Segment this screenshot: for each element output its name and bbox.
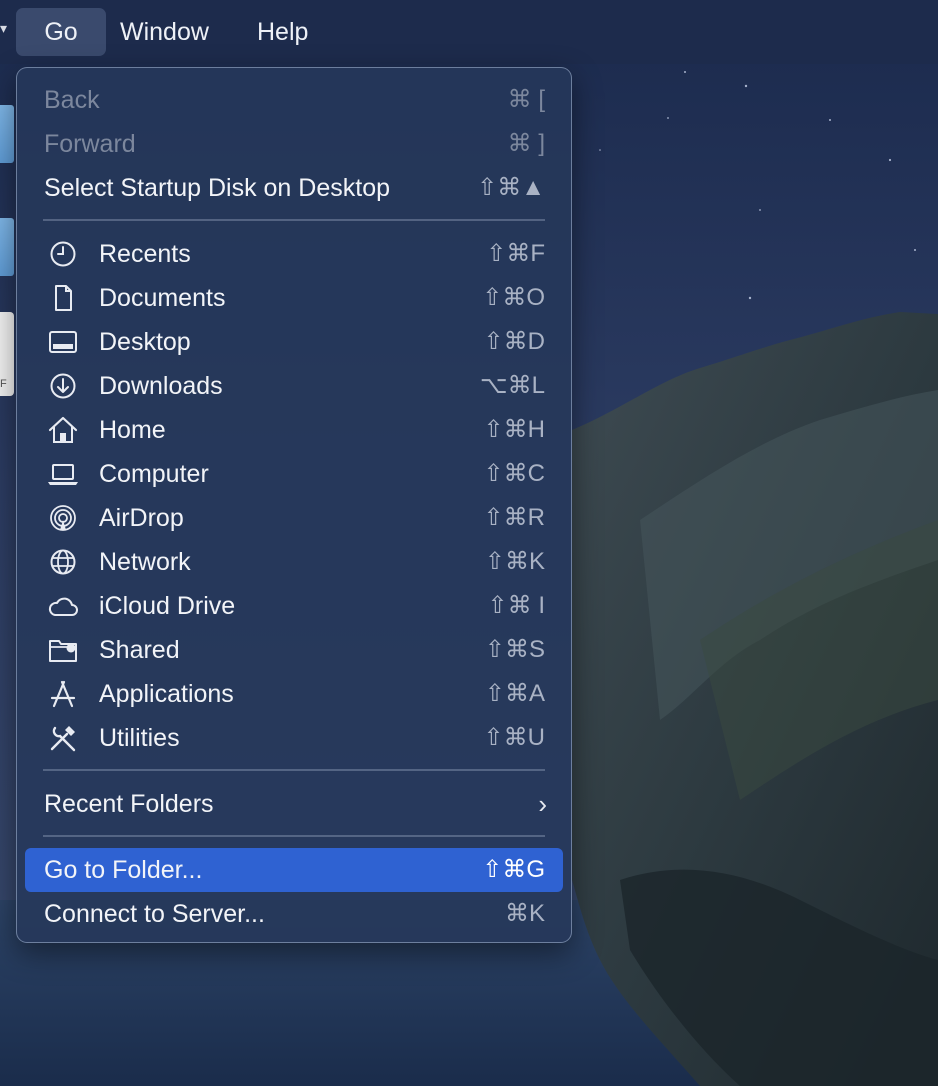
menu-item-shortcut: ⌘ ] [507, 130, 545, 157]
desktop-icon [47, 327, 79, 357]
menu-item-label: Network [99, 548, 191, 576]
menu-help[interactable]: Help [243, 8, 322, 56]
menu-item-label: iCloud Drive [99, 592, 236, 620]
menu-item-label: Shared [99, 636, 180, 664]
menu-item-label: Desktop [99, 328, 191, 356]
desktop-file-label: F [0, 378, 7, 390]
menu-item-shortcut: ⇧⌘O [482, 284, 545, 311]
menu-item-back[interactable]: Back ⌘ [ [25, 78, 563, 122]
menu-item-shortcut: ⌥⌘L [479, 372, 545, 399]
menu-item-label: Recents [99, 240, 191, 268]
menu-item-go-to-folder[interactable]: Go to Folder... ⇧⌘G [25, 848, 563, 892]
menu-go[interactable]: Go [16, 8, 106, 56]
go-menu-dropdown: Back ⌘ [ Forward ⌘ ] Select Startup Disk… [16, 67, 572, 943]
menu-item-network[interactable]: Network ⇧⌘K [25, 540, 563, 584]
applications-icon [47, 679, 79, 709]
menu-separator [43, 219, 545, 221]
menu-item-utilities[interactable]: Utilities ⇧⌘U [25, 716, 563, 760]
menu-item-icloud-drive[interactable]: iCloud Drive ⇧⌘ I [25, 584, 563, 628]
utilities-icon [47, 723, 79, 753]
menu-item-applications[interactable]: Applications ⇧⌘A [25, 672, 563, 716]
document-icon [47, 283, 79, 313]
menu-item-downloads[interactable]: Downloads ⌥⌘L [25, 364, 563, 408]
menu-item-shortcut: ⇧⌘G [482, 856, 545, 883]
menu-item-label: Select Startup Disk on Desktop [44, 174, 390, 202]
menu-item-shortcut: ⇧⌘R [483, 504, 545, 531]
menu-bar: ▾ Go Window Help [0, 0, 938, 64]
menu-item-shortcut: ⌘ [ [507, 86, 545, 113]
menu-item-label: AirDrop [99, 504, 184, 532]
menu-window[interactable]: Window [106, 8, 223, 56]
menu-item-shortcut: ⇧⌘▲ [477, 174, 545, 201]
download-icon [47, 371, 79, 401]
clock-icon [47, 239, 79, 269]
desktop-screen: F ▾ Go Window Help Back ⌘ [ Forward ⌘ ] … [0, 0, 938, 1086]
menu-item-connect-to-server[interactable]: Connect to Server... ⌘K [25, 892, 563, 936]
desktop-file-icon[interactable]: F [0, 312, 14, 396]
menu-item-shortcut: ⇧⌘A [484, 680, 545, 707]
cloud-icon [47, 591, 79, 621]
menu-item-label: Downloads [99, 372, 223, 400]
menu-item-shortcut: ⇧⌘U [483, 724, 545, 751]
menu-item-shortcut: ⇧⌘S [484, 636, 545, 663]
menubar-overflow-icon: ▾ [0, 20, 8, 36]
menu-item-documents[interactable]: Documents ⇧⌘O [25, 276, 563, 320]
home-icon [47, 415, 79, 445]
menu-item-airdrop[interactable]: AirDrop ⇧⌘R [25, 496, 563, 540]
menu-separator [43, 769, 545, 771]
laptop-icon [47, 459, 79, 489]
menu-item-select-startup-disk[interactable]: Select Startup Disk on Desktop ⇧⌘▲ [25, 166, 563, 210]
menu-item-shortcut: ⇧⌘ I [487, 592, 545, 619]
menu-item-label: Applications [99, 680, 234, 708]
finder-window-fragment[interactable] [0, 218, 14, 276]
finder-window-fragment[interactable] [0, 105, 14, 163]
menu-item-shortcut: ⇧⌘K [484, 548, 545, 575]
shared-folder-icon [47, 635, 79, 665]
menu-item-shortcut: ⇧⌘H [483, 416, 545, 443]
menu-item-forward[interactable]: Forward ⌘ ] [25, 122, 563, 166]
menu-item-computer[interactable]: Computer ⇧⌘C [25, 452, 563, 496]
menu-item-desktop[interactable]: Desktop ⇧⌘D [25, 320, 563, 364]
menu-separator [43, 835, 545, 837]
menu-item-label: Connect to Server... [44, 900, 265, 928]
menu-item-recents[interactable]: Recents ⇧⌘F [25, 232, 563, 276]
menu-item-shared[interactable]: Shared ⇧⌘S [25, 628, 563, 672]
menu-item-label: Documents [99, 284, 226, 312]
menu-item-recent-folders[interactable]: Recent Folders › [25, 782, 563, 826]
globe-icon [47, 547, 79, 577]
menu-item-home[interactable]: Home ⇧⌘H [25, 408, 563, 452]
menu-item-label: Back [44, 86, 100, 114]
menu-item-shortcut: ⇧⌘F [486, 240, 545, 267]
menu-item-shortcut: ⇧⌘C [483, 460, 545, 487]
menu-item-label: Home [99, 416, 166, 444]
menu-item-label: Utilities [99, 724, 180, 752]
airdrop-icon [47, 503, 79, 533]
menu-item-label: Computer [99, 460, 209, 488]
menu-item-shortcut: ⇧⌘D [483, 328, 545, 355]
menu-item-label: Go to Folder... [44, 856, 203, 884]
menu-item-shortcut: ⌘K [504, 900, 545, 927]
menu-item-label: Forward [44, 130, 136, 158]
menu-item-label: Recent Folders [44, 790, 214, 818]
chevron-right-icon: › [538, 789, 547, 819]
